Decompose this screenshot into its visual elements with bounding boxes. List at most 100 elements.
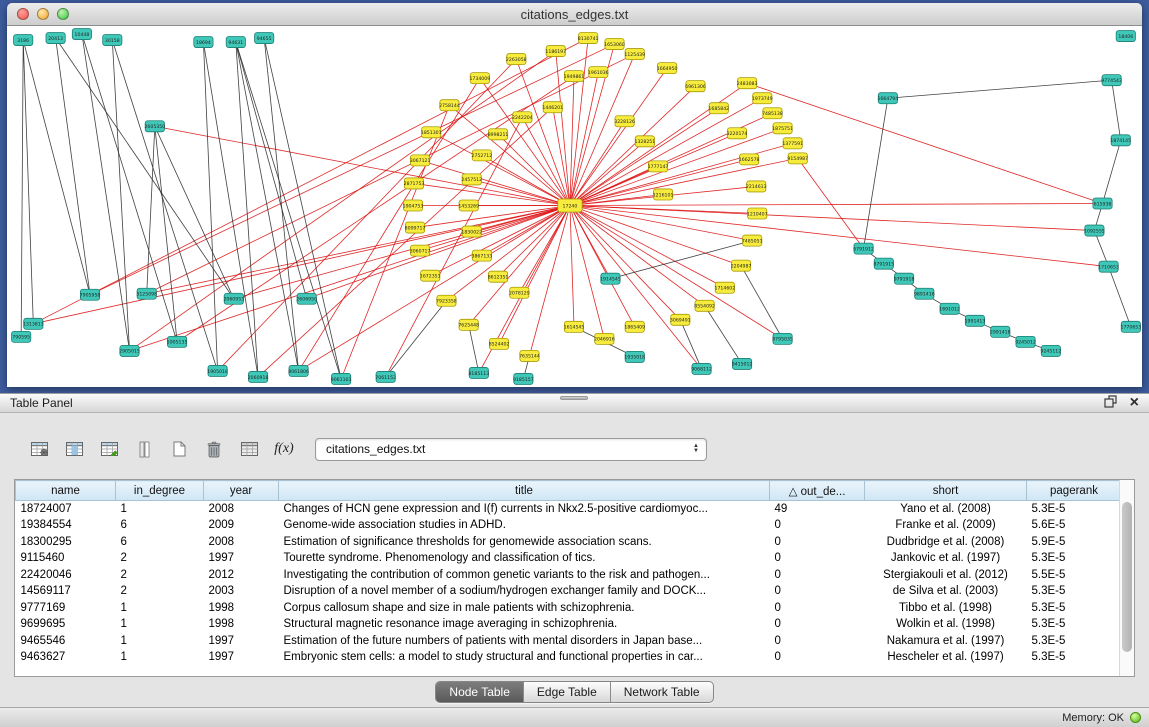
network-node[interactable]: 3228126 [614, 116, 635, 127]
column-header[interactable]: year [204, 481, 279, 501]
new-document-icon[interactable] [164, 435, 194, 463]
network-node[interactable]: 9415012 [732, 358, 753, 369]
network-node[interactable]: 7485051 [742, 235, 763, 246]
network-node[interactable]: 2905015 [119, 345, 140, 356]
close-window-icon[interactable] [17, 8, 29, 20]
network-node[interactable]: 9245112 [1041, 345, 1062, 356]
network-node[interactable]: 1777147 [648, 161, 669, 172]
network-node[interactable]: 30158 [103, 35, 122, 46]
network-node[interactable]: 8791915 [873, 258, 894, 269]
table-row[interactable]: 1872400712008Changes of HCN gene express… [16, 501, 1120, 518]
network-node[interactable]: 1216101 [653, 189, 674, 200]
network-node[interactable]: 1770653 [1121, 321, 1142, 332]
close-panel-icon[interactable]: × [1130, 397, 1139, 409]
network-node[interactable]: 1653060 [604, 39, 625, 50]
network-node[interactable]: 3067121 [410, 155, 431, 166]
delete-table-icon[interactable] [199, 435, 229, 463]
network-node[interactable]: 2457512 [461, 174, 482, 185]
network-node[interactable]: 1734009 [469, 73, 490, 84]
network-node[interactable]: 2214613 [746, 181, 767, 192]
tab-edge-table[interactable]: Edge Table [524, 682, 611, 702]
network-node[interactable]: 1614545 [564, 321, 585, 332]
table-row[interactable]: 977716911998Corpus callosum shape and si… [16, 600, 1120, 617]
network-window-titlebar[interactable]: citations_edges.txt [7, 3, 1142, 26]
network-view[interactable]: 1724011861972263058173400927581441851301… [7, 26, 1142, 387]
network-node[interactable]: 1453269 [458, 200, 479, 211]
network-node[interactable]: 8185113 [468, 367, 489, 378]
network-node[interactable]: 9185157 [513, 373, 534, 384]
network-node[interactable]: 9245012 [1015, 336, 1036, 347]
network-node[interactable]: 2060918 [248, 371, 269, 382]
network-node[interactable]: 8524402 [489, 338, 510, 349]
network-node[interactable]: 6791912 [853, 243, 874, 254]
network-node[interactable]: 1664950 [657, 63, 678, 74]
zoom-window-icon[interactable] [57, 8, 69, 20]
minimize-window-icon[interactable] [37, 8, 49, 20]
network-node[interactable]: 1973749 [752, 93, 773, 104]
table-row[interactable]: 1456911722003Disruption of a novel membe… [16, 583, 1120, 600]
network-node[interactable]: 7485138 [762, 108, 783, 119]
network-node[interactable]: 2483083 [737, 78, 758, 89]
network-node[interactable]: 9154987 [787, 153, 808, 164]
network-node[interactable]: 94631 [226, 37, 245, 48]
function-builder-icon[interactable]: f(x) [269, 435, 299, 463]
tab-node-table[interactable]: Node Table [436, 682, 524, 702]
network-node[interactable]: 2991418 [990, 326, 1011, 337]
network-node[interactable]: 1685842 [708, 103, 729, 114]
network-node[interactable]: 1904753 [403, 200, 424, 211]
network-canvas[interactable]: 1724011861972263058173400927581441851301… [7, 26, 1142, 387]
network-node[interactable]: 2204987 [731, 260, 752, 271]
network-node[interactable]: 18694 [194, 37, 213, 48]
network-node[interactable]: 8061806 [288, 365, 309, 376]
network-node[interactable]: 1446201 [542, 102, 563, 113]
network-node[interactable]: 1125439 [624, 49, 645, 60]
table-row[interactable]: 946362711997Embryonic stem cells: a mode… [16, 649, 1120, 666]
network-node[interactable]: 2242204 [512, 112, 533, 123]
network-node[interactable]: 1210407 [747, 208, 768, 219]
network-node[interactable]: 1714602 [715, 282, 736, 293]
network-node[interactable]: 2263058 [506, 54, 527, 65]
network-node[interactable]: 1875751 [772, 123, 793, 134]
network-node[interactable]: 8099717 [405, 222, 426, 233]
network-node[interactable]: 8612351 [488, 271, 509, 282]
network-node[interactable]: 7905958 [80, 289, 101, 300]
table-row[interactable]: 2242004622012Investigating the contribut… [16, 567, 1120, 584]
network-node[interactable]: 2078129 [509, 287, 530, 298]
column-header[interactable]: short [865, 481, 1027, 501]
network-node[interactable]: 2871753 [404, 178, 425, 189]
table-panel-header[interactable]: Table Panel × [0, 393, 1149, 413]
network-node[interactable]: 1874145 [1110, 135, 1131, 146]
network-node[interactable]: 9891416 [914, 288, 935, 299]
network-node[interactable]: 1377591 [782, 138, 803, 149]
network-node[interactable]: 7061153 [375, 371, 396, 382]
network-node[interactable]: 1865409 [624, 321, 645, 332]
edit-table-icon[interactable] [94, 435, 124, 463]
network-node[interactable]: 1672351 [420, 270, 441, 281]
network-node[interactable]: 9061103 [331, 373, 352, 384]
network-node[interactable]: 1914545 [600, 273, 621, 284]
table-selector-dropdown[interactable]: citations_edges.txt ▲▼ [315, 438, 707, 461]
network-node[interactable]: 1961036 [588, 67, 609, 78]
table-scrollbar[interactable] [1119, 480, 1134, 676]
import-table-icon[interactable] [234, 435, 264, 463]
network-node[interactable]: 2060953 [223, 293, 244, 304]
column-header[interactable]: pagerank [1027, 481, 1120, 501]
network-node[interactable]: 1691012 [939, 303, 960, 314]
network-node[interactable]: 94655 [255, 33, 274, 44]
network-node[interactable]: 1991413 [965, 315, 986, 326]
network-node[interactable]: 8554092 [694, 300, 715, 311]
network-node[interactable]: 3220174 [727, 128, 748, 139]
network-node[interactable]: 6961306 [685, 81, 706, 92]
network-node[interactable]: 1949861 [564, 71, 585, 82]
network-node[interactable]: 790595 [12, 331, 31, 342]
column-selector-icon[interactable] [129, 435, 159, 463]
column-header[interactable]: name [16, 481, 116, 501]
network-node[interactable]: 1830022 [461, 226, 482, 237]
network-node[interactable]: 8795035 [772, 333, 793, 344]
network-node[interactable]: 3125098 [136, 288, 157, 299]
network-node[interactable]: 1328251 [635, 136, 656, 147]
network-node[interactable]: 9068112 [691, 363, 712, 374]
network-node[interactable]: 18406 [1116, 31, 1135, 42]
network-node[interactable]: 9791918 [894, 273, 915, 284]
network-node[interactable]: 17240 [558, 199, 582, 212]
